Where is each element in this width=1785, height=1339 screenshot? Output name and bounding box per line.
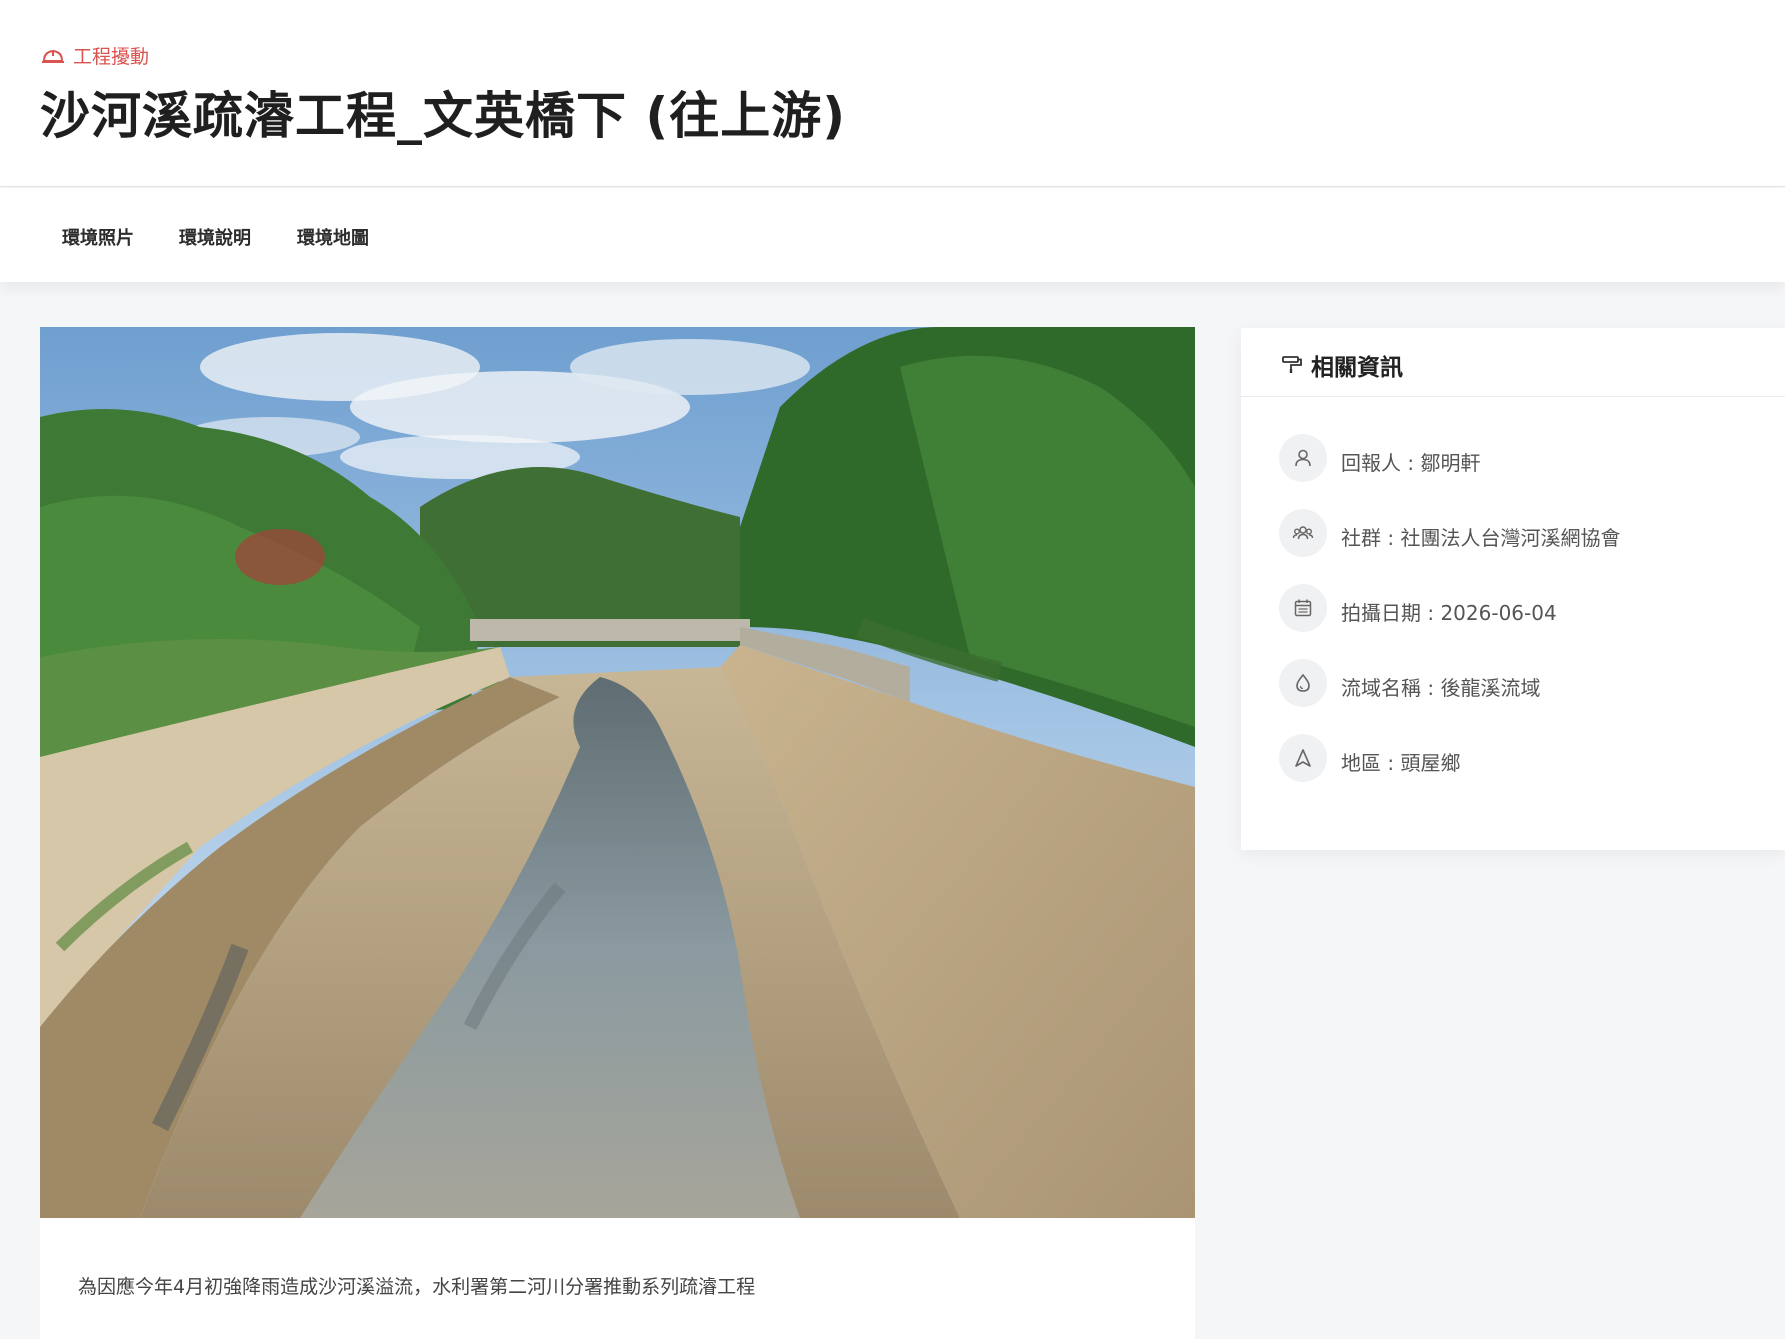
tab-map[interactable]: 環境地圖 [297,224,369,250]
page-header: 工程擾動 沙河溪疏濬工程_文英橋下 (往上游) [0,0,1785,187]
info-community-text: 社群 : 社團法人台灣河溪網協會 [1341,526,1621,550]
page-title: 沙河溪疏濬工程_文英橋下 (往上游) [40,87,847,145]
info-reporter-text: 回報人 : 鄒明軒 [1341,451,1481,475]
tab-bar: 環境照片 環境說明 環境地圖 [0,188,1785,282]
info-row-reporter: 回報人 : 鄒明軒 [1279,434,1759,484]
navigation-icon-circle [1279,734,1327,782]
group-icon [1292,526,1314,540]
category-text: 工程擾動 [73,46,150,68]
photo-card: 為因應今年4月初強降雨造成沙河溪溢流，水利署第二河川分署推動系列疏濬工程 [40,327,1195,1339]
tab-description[interactable]: 環境說明 [179,224,251,250]
category-label[interactable]: 工程擾動 [41,42,149,69]
info-region-text: 地區 : 頭屋鄉 [1341,751,1461,775]
related-info-header: 相關資訊 [1241,328,1785,397]
related-info-card: 相關資訊 回報人 : 鄒明軒 社群 : 社團法人台灣河溪網協會 拍攝日期: 2… [1241,328,1785,850]
water-drop-icon [1296,673,1310,692]
calendar-icon [1294,599,1312,617]
calendar-icon-circle [1279,584,1327,632]
hard-hat-icon [42,49,64,63]
info-row-region: 地區 : 頭屋鄉 [1279,734,1759,784]
navigation-icon [1295,749,1311,767]
group-icon-circle [1279,509,1327,557]
environment-photo[interactable] [40,327,1195,1218]
paint-roller-icon [1282,356,1302,373]
user-icon [1295,449,1311,467]
photo-caption: 為因應今年4月初強降雨造成沙河溪溢流，水利署第二河川分署推動系列疏濬工程 [78,1276,756,1298]
info-row-watershed: 流域名稱 : 後龍溪流域 [1279,659,1759,709]
related-info-title: 相關資訊 [1311,355,1403,381]
info-row-community: 社群 : 社團法人台灣河溪網協會 [1279,509,1759,559]
info-date-text: 拍攝日期 : 2026-06-04 [1341,601,1557,625]
info-watershed-text: 流域名稱 : 後龍溪流域 [1341,676,1541,700]
info-row-date: 拍攝日期 : 2026-06-04 [1279,584,1759,634]
tab-photos[interactable]: 環境照片 [62,224,134,250]
user-icon-circle [1279,434,1327,482]
water-drop-icon-circle [1279,659,1327,707]
